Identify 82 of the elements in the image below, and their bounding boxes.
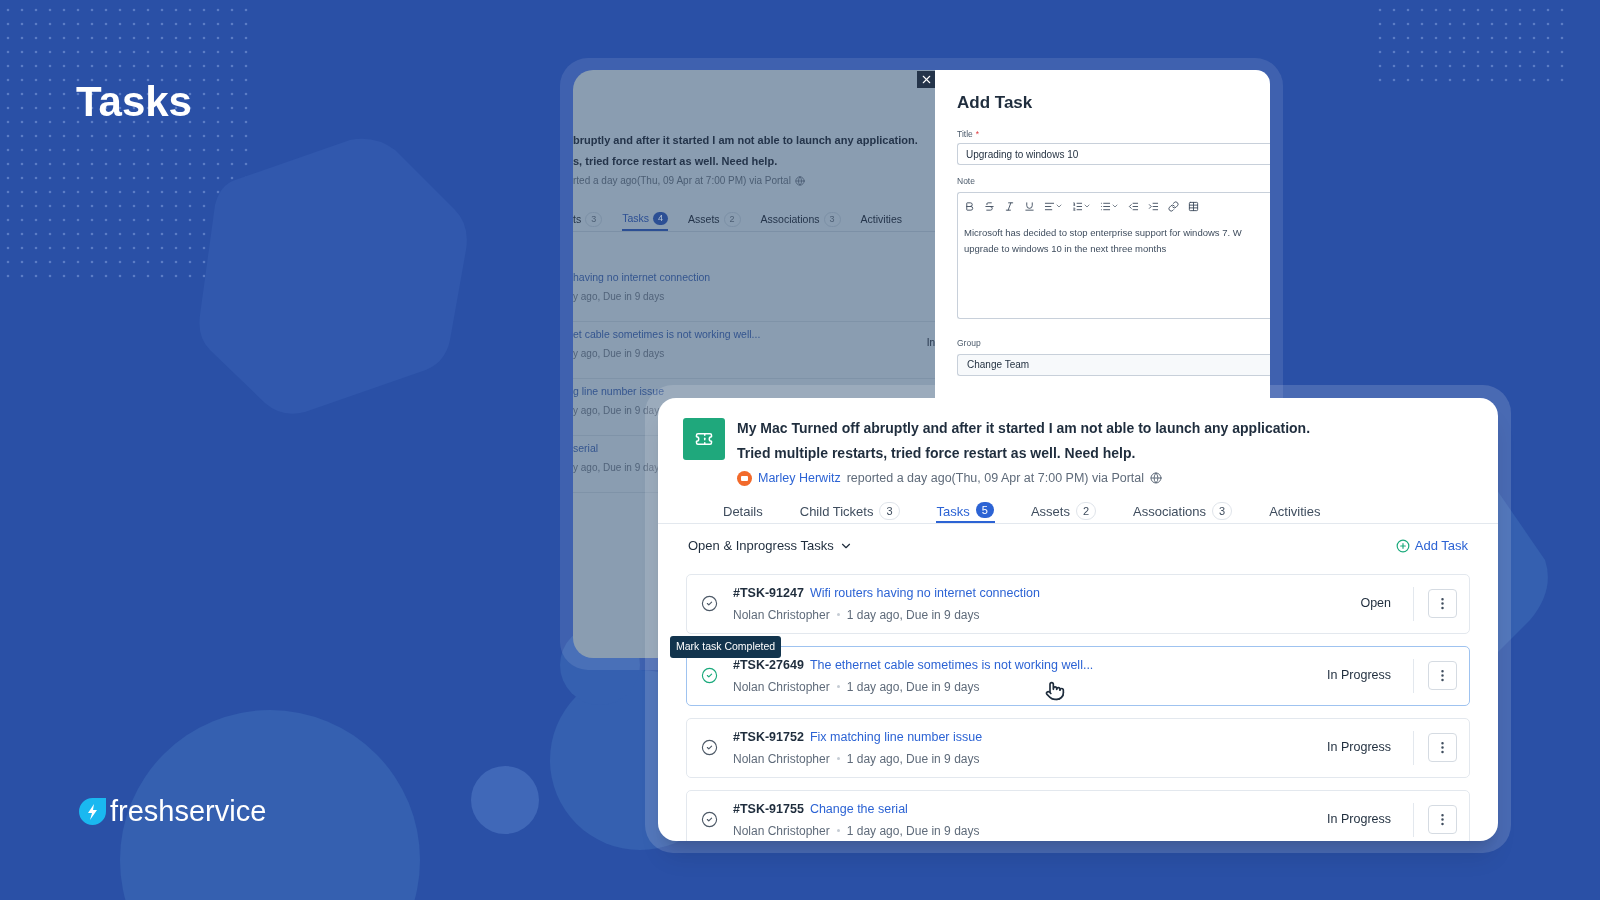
tab[interactable]: Tasks 5 (935, 501, 995, 524)
page-title: Tasks (76, 77, 192, 127)
task-id: #TSK-27649 (733, 656, 804, 674)
bold-icon[interactable] (964, 200, 975, 212)
tab[interactable]: Child Tickets 3 (798, 501, 901, 524)
ticket-subject: s, tried force restart as well. Need help. (573, 153, 779, 169)
align-icon[interactable] (1044, 200, 1055, 212)
required-mark: * (975, 127, 980, 141)
caret-icon[interactable] (1055, 202, 1063, 210)
tooltip: Mark task Completed (670, 636, 782, 658)
check-circle-icon[interactable] (701, 811, 718, 829)
reporter-link[interactable]: Marley Herwitz (758, 469, 841, 488)
ticket-icon (695, 430, 713, 448)
bullet-list-icon[interactable] (1100, 200, 1111, 212)
task-status: In (926, 336, 935, 350)
tab[interactable]: Activities (860, 208, 902, 231)
note-text: Microsoft has decided to stop enterprise support for windows 7. W (964, 226, 1243, 240)
ticket-subject: Tried multiple restarts, tried force restart as well. Need help. (737, 444, 1137, 463)
tab[interactable]: Tasks 4 (622, 208, 669, 231)
hand-cursor-icon (1045, 681, 1065, 701)
field-label: Group (957, 337, 982, 350)
task-card[interactable]: #TSK-91755 Change the serial Nolan Christopher 1 day ago, Due in 9 days In Progress (686, 789, 1470, 841)
task-link[interactable]: Fix matching line number issue (809, 727, 983, 747)
task-status: In Progress (1327, 739, 1391, 757)
link-icon[interactable] (1168, 200, 1179, 212)
caret-icon[interactable] (1083, 202, 1091, 210)
numbered-list-icon[interactable] (1072, 200, 1083, 212)
task-card[interactable]: #TSK-91752 Fix matching line number issue Nolan Christopher 1 day ago, Due in 9 days In Progress (686, 717, 1470, 778)
task-meta: 1 day ago, Due in 9 days (846, 606, 980, 624)
tab[interactable]: Associations 3 (1132, 501, 1234, 524)
strikethrough-icon[interactable] (984, 200, 995, 212)
field-label: Note (957, 175, 976, 188)
field-label: Title (957, 127, 973, 141)
task-card[interactable]: #TSK-91247 Wifi routers having no internet connection Nolan Christopher 1 day ago, Due in 9 days Open (686, 573, 1470, 634)
title-field[interactable]: Upgrading to windows 10 (957, 143, 1270, 166)
tab[interactable]: Activities (1268, 501, 1322, 524)
reported-text: rted a day ago(Thu, 09 Apr at 7:00 PM) via Portal (573, 174, 791, 188)
task-status: Open (1360, 595, 1391, 613)
circle-shape (471, 766, 539, 834)
add-task-button[interactable]: Add Task (1395, 536, 1468, 556)
task-status: In Progress (1327, 667, 1391, 685)
assignee-name: Nolan Christopher (733, 606, 830, 624)
outdent-icon[interactable] (1128, 200, 1139, 212)
task-id: #TSK-91247 (733, 584, 804, 602)
reported-text: reported a day ago(Thu, 09 Apr at 7:00 PM) via Portal (846, 470, 1145, 487)
task-link[interactable]: Wifi routers having no internet connection (809, 583, 1040, 603)
indent-icon[interactable] (1148, 200, 1159, 212)
caret-icon[interactable] (1111, 202, 1119, 210)
table-icon[interactable] (1188, 200, 1199, 212)
tab[interactable]: Assets 2 (1029, 501, 1098, 524)
close-button[interactable] (917, 71, 935, 88)
group-dropdown[interactable]: Change Team (957, 353, 1270, 376)
task-id: #TSK-91752 (733, 728, 804, 746)
italic-icon[interactable] (1004, 200, 1015, 212)
globe-icon (1150, 472, 1163, 485)
reporter-avatar (737, 470, 752, 486)
brand-name: freshservice (110, 797, 267, 826)
note-editor[interactable]: Microsoft has decided to stop enterprise support for windows 7. W upgrade to windows 10 in the next three months (957, 192, 1270, 319)
ticket-subject: bruptly and after it started I am not able to launch any application. (573, 133, 919, 148)
tab[interactable]: Details (722, 501, 764, 524)
check-circle-icon[interactable] (701, 595, 718, 613)
drawer-heading: Add Task (957, 92, 1034, 114)
task-meta: 1 day ago, Due in 9 days (846, 678, 980, 696)
underline-icon[interactable] (1024, 200, 1035, 212)
task-status: In Progress (1327, 811, 1391, 829)
task-id: #TSK-91755 (733, 800, 804, 818)
task-link[interactable]: Change the serial (809, 799, 908, 819)
note-text: upgrade to windows 10 in the next three months (964, 242, 1168, 257)
tab[interactable]: Assets 2 (688, 208, 741, 231)
ticket-subject: My Mac Turned off abruptly and after it started I am not able to launch any application. (737, 419, 1311, 438)
logo-icon (78, 797, 107, 826)
check-circle-icon[interactable] (701, 739, 718, 757)
add-circle-icon (1395, 539, 1410, 553)
check-circle-icon[interactable] (701, 667, 718, 685)
assignee-name: Nolan Christopher (733, 678, 830, 696)
assignee-name: Nolan Christopher (733, 822, 830, 840)
task-meta: 1 day ago, Due in 9 days (846, 750, 980, 768)
filter-dropdown[interactable]: Open & Inprogress Tasks (688, 536, 853, 556)
task-link[interactable]: The ethernet cable sometimes is not working well... (809, 655, 1094, 675)
globe-icon (794, 175, 805, 186)
assignee-name: Nolan Christopher (733, 750, 830, 768)
task-meta: 1 day ago, Due in 9 days (846, 822, 980, 840)
